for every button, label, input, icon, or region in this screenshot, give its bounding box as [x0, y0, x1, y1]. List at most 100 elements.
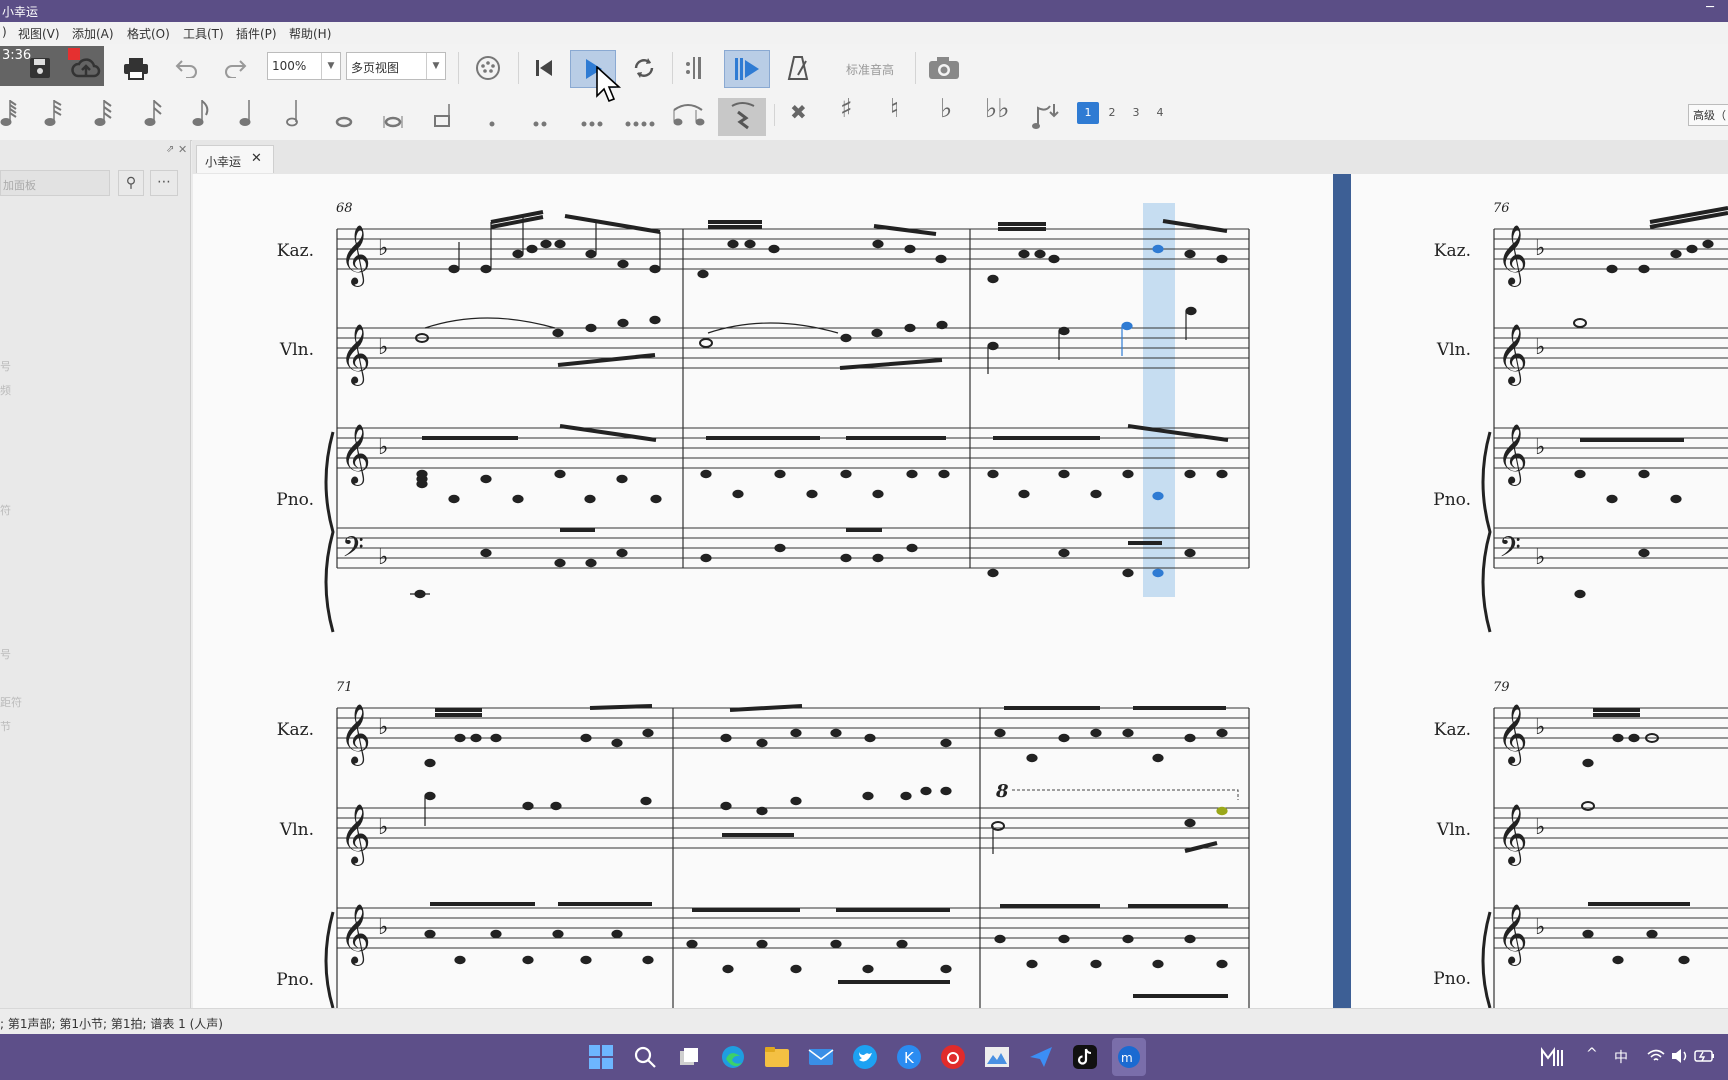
redo-icon[interactable] [216, 48, 256, 88]
svg-text:♭: ♭ [378, 545, 388, 570]
palette-label[interactable]: 号 [0, 646, 11, 662]
musescore-taskbar-icon[interactable]: m [1112, 1038, 1146, 1076]
window-title: 小幸运 [2, 5, 39, 19]
rest-button[interactable] [718, 98, 766, 136]
palette-label[interactable]: 频 [0, 382, 11, 398]
image-viewer-icon[interactable] [982, 1042, 1012, 1072]
menu-item-add[interactable]: 添加(A) [72, 25, 114, 42]
note-whole-icon [335, 116, 353, 128]
close-icon[interactable]: ✕ [178, 143, 187, 156]
feishu-icon[interactable] [1026, 1042, 1056, 1072]
more-options-icon[interactable]: ⋯ [150, 170, 178, 196]
status-text: ; 第1声部; 第1小节; 第1拍; 谱表 1 (人声) [0, 1017, 223, 1031]
svg-text:♭: ♭ [1535, 815, 1545, 840]
palette-label[interactable]: 符 [0, 502, 11, 518]
double-sharp-icon[interactable]: ✖ [790, 100, 807, 140]
tiktok-icon[interactable] [1070, 1042, 1100, 1072]
save-icon[interactable] [22, 48, 58, 88]
minimize-button[interactable]: ─ [1706, 0, 1714, 15]
note-longa-icon [434, 104, 450, 127]
metronome-icon[interactable] [778, 48, 818, 88]
view-mode-select[interactable]: 多页视图 ▼ [346, 52, 446, 80]
rewind-icon[interactable] [526, 48, 562, 88]
flat-icon[interactable]: ♭ [940, 94, 952, 134]
voice-2-button[interactable]: 2 [1101, 102, 1123, 124]
mail-icon[interactable] [806, 1042, 836, 1072]
pan-score-button[interactable] [724, 50, 770, 88]
workspace-select[interactable]: 高级（ [1688, 104, 1728, 126]
chevron-down-icon: ▼ [321, 53, 340, 79]
note-breve-icon [383, 116, 403, 128]
play-repeats-icon[interactable] [678, 48, 708, 88]
svg-text:♭: ♭ [378, 915, 388, 940]
wifi-icon[interactable] [1646, 1048, 1666, 1064]
midi-input-icon[interactable] [468, 48, 508, 88]
menu-item-tools[interactable]: 工具(T) [183, 25, 224, 42]
close-icon[interactable]: ✕ [251, 151, 262, 166]
treble-clef-icon: 𝄞 [340, 704, 371, 766]
loop-icon[interactable] [624, 48, 664, 88]
tab-label: 小幸运 [205, 155, 242, 169]
palette-label[interactable]: 节 [0, 718, 11, 734]
menu-item-plugins[interactable]: 插件(P) [236, 25, 277, 42]
measure-number: 76 [1493, 201, 1510, 216]
kugou-music-icon[interactable]: K [894, 1042, 924, 1072]
menu-item-help[interactable]: 帮助(H) [289, 25, 331, 42]
chevron-up-icon[interactable]: ^ [1586, 1046, 1598, 1062]
zoom-select[interactable]: 100% ▼ [267, 52, 341, 80]
netease-music-icon[interactable] [938, 1042, 968, 1072]
double-flat-icon[interactable]: ♭♭ [985, 94, 1010, 134]
palette-search-input[interactable]: 加面板 [0, 170, 110, 196]
menu-item-format[interactable]: 格式(O) [127, 25, 170, 42]
windows-start-icon[interactable] [586, 1042, 616, 1072]
twitter-bird-icon[interactable] [850, 1042, 880, 1072]
file-explorer-icon[interactable] [762, 1042, 792, 1072]
sharp-icon[interactable]: ♯ [840, 94, 853, 134]
concert-pitch-toggle[interactable]: 标准音高 [846, 61, 894, 78]
instrument-label-violin: Vln. [1436, 820, 1471, 840]
menu-item-view[interactable]: 视图(V) [18, 25, 60, 42]
menu-item-partial[interactable]: ) [2, 25, 7, 39]
instrument-label-piano: Pno. [276, 490, 314, 510]
voice-3-button[interactable]: 3 [1125, 102, 1147, 124]
edge-browser-icon[interactable] [718, 1042, 748, 1072]
svg-text:♭: ♭ [378, 715, 388, 740]
palettes-panel: ⇗ ✕ 加面板 ⚲ ⋯ 号 频 符 号 距符 节 [0, 140, 191, 1008]
treble-clef-icon: 𝄞 [340, 424, 371, 486]
voice-4-button[interactable]: 4 [1149, 102, 1171, 124]
score-sheet[interactable]: 𝄞 𝄞 𝄞 𝄢 𝄞 𝄞 𝄞 𝄞 𝄞 𝄞 𝄢 𝄞 𝄞 𝄞 ♭ ♭ ♭ ♭ ♭ ♭ ♭ ♭ ♭ ♭… [193, 174, 1728, 1009]
note-eighth-icon [192, 100, 209, 126]
app-tray-icon[interactable] [1538, 1042, 1568, 1072]
camera-icon[interactable] [922, 48, 966, 88]
note-durations-strip [0, 100, 705, 128]
search-icon[interactable]: ⚲ [118, 170, 144, 196]
voice-1-button[interactable]: 1 [1077, 102, 1099, 124]
ottava-label: 8 [995, 781, 1009, 802]
undock-icon[interactable]: ⇗ [166, 144, 174, 155]
volume-icon[interactable] [1670, 1048, 1690, 1064]
score-canvas[interactable]: 𝄞 𝄞 𝄞 𝄢 𝄞 𝄞 𝄞 𝄞 𝄞 𝄞 𝄢 𝄞 𝄞 𝄞 ♭ ♭ ♭ ♭ ♭ ♭ ♭ ♭ ♭ ♭… [193, 174, 1728, 1009]
task-view-icon[interactable] [674, 1042, 704, 1072]
treble-clef-icon: 𝄞 [1497, 704, 1528, 766]
natural-icon[interactable]: ♮ [890, 94, 899, 134]
note-input-toolbar: ✖ ♯ ♮ ♭ ♭♭ 1 2 3 4 高级（ [0, 92, 1728, 141]
palette-label[interactable]: 距符 [0, 694, 22, 710]
tab-bar [192, 140, 1728, 174]
quadruple-dot-icon [625, 121, 655, 127]
print-icon[interactable] [116, 48, 156, 88]
chevron-down-icon: ▼ [426, 53, 445, 79]
undo-icon[interactable] [166, 48, 206, 88]
palette-label[interactable]: 号 [0, 358, 11, 374]
battery-icon[interactable] [1694, 1048, 1716, 1064]
title-bar: 小幸运 ─ [0, 0, 1728, 22]
flip-direction-icon[interactable] [1030, 98, 1064, 132]
taskbar: K m ^ 中 [0, 1034, 1728, 1080]
view-mode-value: 多页视图 [351, 61, 400, 75]
cloud-upload-icon[interactable] [66, 48, 106, 88]
treble-clef-icon: 𝄞 [1497, 225, 1528, 287]
search-icon[interactable] [630, 1042, 660, 1072]
tab-score[interactable]: 小幸运 ✕ [196, 145, 274, 173]
ime-indicator[interactable]: 中 [1614, 1047, 1628, 1067]
page-divider [1333, 174, 1351, 1008]
status-bar: ; 第1声部; 第1小节; 第1拍; 谱表 1 (人声) [0, 1008, 1728, 1035]
